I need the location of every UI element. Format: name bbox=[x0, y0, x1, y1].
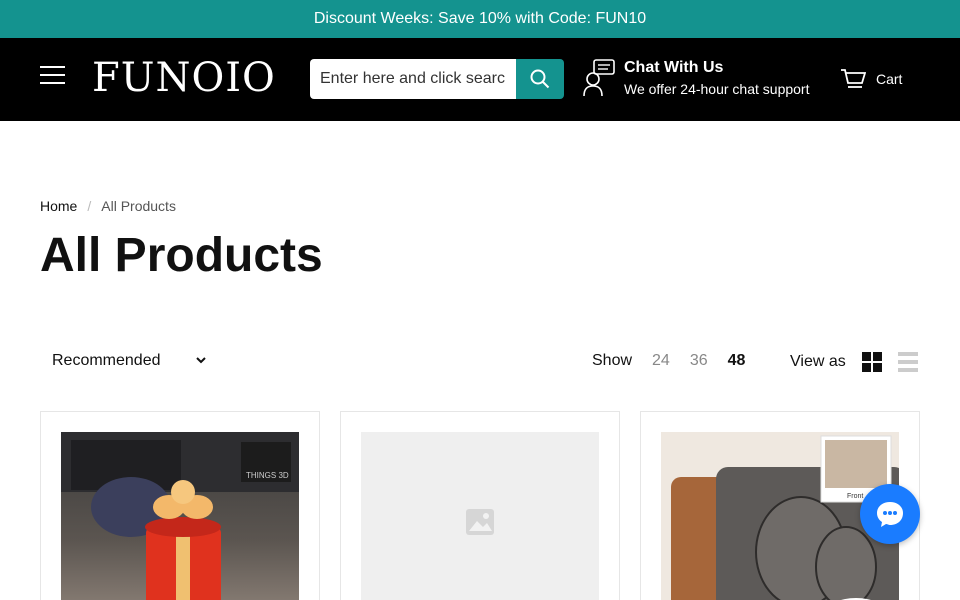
menu-icon[interactable] bbox=[40, 66, 68, 88]
show-label: Show bbox=[592, 352, 633, 369]
site-logo[interactable]: FUNOIO bbox=[92, 56, 276, 100]
product-card[interactable] bbox=[340, 411, 620, 600]
cart-icon bbox=[841, 69, 866, 88]
product-image-placeholder[interactable] bbox=[361, 432, 599, 600]
chat-bubble-icon bbox=[877, 502, 903, 527]
show-option-48[interactable]: 48 bbox=[728, 352, 746, 370]
photo-caption: Front bbox=[847, 493, 863, 500]
cart-label: Cart bbox=[876, 71, 903, 87]
search-button[interactable] bbox=[516, 59, 564, 99]
list-view-icon[interactable] bbox=[897, 352, 918, 372]
page-title: All Products bbox=[40, 229, 323, 282]
show-option-36[interactable]: 36 bbox=[690, 352, 708, 370]
chat-subtitle: We offer 24-hour chat support bbox=[624, 81, 810, 97]
chat-title: Chat With Us bbox=[624, 59, 724, 76]
chat-with-us-link[interactable]: Chat With Us We offer 24-hour chat suppo… bbox=[582, 58, 809, 100]
search-input[interactable] bbox=[310, 59, 516, 99]
announcement-bar: Discount Weeks: Save 10% with Code: FUN1… bbox=[0, 0, 960, 38]
announcement-text: Discount Weeks: Save 10% with Code: FUN1… bbox=[313, 10, 647, 27]
cart-link[interactable]: Cart bbox=[840, 68, 902, 90]
sort-value: Recommended bbox=[52, 352, 161, 369]
search-form bbox=[310, 59, 564, 99]
sort-select[interactable]: Recommended bbox=[40, 340, 220, 382]
product-image-gift-box[interactable]: THINGS 3D bbox=[61, 432, 299, 600]
breadcrumb: Home / All Products bbox=[40, 198, 176, 214]
show-option-24[interactable]: 24 bbox=[652, 352, 670, 370]
search-icon bbox=[530, 69, 550, 89]
image-placeholder-icon bbox=[466, 509, 494, 535]
view-as-selector: View as bbox=[790, 352, 918, 372]
chevron-down-icon bbox=[196, 357, 206, 364]
breadcrumb-separator: / bbox=[87, 198, 92, 214]
product-watermark: THINGS 3D bbox=[246, 471, 289, 480]
gift-box-illustration: THINGS 3D bbox=[61, 432, 299, 600]
page-size-selector: Show 24 36 48 bbox=[592, 352, 765, 370]
product-card[interactable]: THINGS 3D bbox=[40, 411, 320, 600]
grid-view-icon[interactable] bbox=[861, 352, 882, 372]
view-as-label: View as bbox=[790, 353, 846, 370]
breadcrumb-home[interactable]: Home bbox=[40, 198, 77, 214]
site-header: FUNOIO Chat With Us We offer 24-hour cha… bbox=[0, 38, 960, 121]
breadcrumb-current: All Products bbox=[101, 198, 176, 214]
support-agent-icon bbox=[583, 59, 615, 97]
chat-widget-button[interactable] bbox=[860, 484, 920, 544]
